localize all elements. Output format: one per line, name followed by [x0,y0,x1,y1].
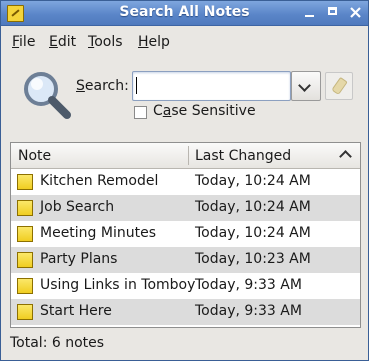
minimize-button[interactable] [300,4,318,21]
note-title: Using Links in Tomboy [40,277,196,293]
menu-bar: File Edit Tools Help [1,26,368,58]
case-sensitive-checkbox[interactable] [134,106,147,119]
eraser-icon [331,76,348,96]
column-separator[interactable] [188,146,189,165]
list-item[interactable]: Party Plans Today, 10:23 AM [11,247,360,273]
note-icon [17,200,33,216]
case-label-pre: C [153,103,163,119]
clear-search-button[interactable] [325,72,353,100]
list-header: Note Last Changed [11,143,360,169]
column-header-note[interactable]: Note [18,148,51,164]
search-history-dropdown[interactable] [291,71,321,101]
note-title: Party Plans [40,251,118,267]
case-label-rest: se Sensitive [171,103,256,119]
menu-help-accel: H [138,34,149,50]
menu-tools[interactable]: Tools [88,34,123,50]
menu-file-label: ile [19,34,36,50]
maximize-button[interactable] [323,4,341,21]
note-icon [17,226,33,242]
column-header-last-changed[interactable]: Last Changed [195,148,291,164]
note-last-changed: Today, 10:24 AM [195,225,311,241]
note-last-changed: Today, 9:33 AM [195,277,302,293]
search-input[interactable] [132,71,291,101]
text-cursor [136,77,137,94]
case-sensitive-label[interactable]: Case Sensitive [153,103,256,119]
list-item[interactable]: Job Search Today, 10:24 AM [11,195,360,221]
note-icon [17,252,33,268]
note-last-changed: Today, 10:24 AM [195,199,311,215]
menu-help-label: elp [148,34,170,50]
list-item[interactable]: Meeting Minutes Today, 10:24 AM [11,221,360,247]
notes-list: Note Last Changed Kitchen Remodel Today,… [10,142,361,328]
maximize-icon [327,7,337,15]
note-title: Kitchen Remodel [40,173,159,189]
list-item[interactable]: Kitchen Remodel Today, 10:24 AM [11,169,360,195]
list-item[interactable]: Using Links in Tomboy Today, 9:33 AM [11,273,360,299]
menu-file[interactable]: File [12,34,35,50]
close-icon [349,7,361,18]
note-last-changed: Today, 9:33 AM [195,303,302,319]
note-icon [17,304,33,320]
note-last-changed: Today, 10:23 AM [195,251,311,267]
note-last-changed: Today, 10:24 AM [195,173,311,189]
status-text: Total: 6 notes [10,335,105,351]
title-bar[interactable]: Search All Notes [1,1,368,26]
search-window: Search All Notes File Edit Tools Help Se… [0,0,369,361]
list-item[interactable]: Start Here Today, 9:33 AM [11,299,360,325]
note-icon [17,278,33,294]
note-title: Meeting Minutes [40,225,157,241]
menu-help[interactable]: Help [138,34,170,50]
magnifier-icon [24,72,71,119]
menu-edit-accel: E [49,34,58,50]
note-title: Job Search [40,199,115,215]
note-title: Start Here [40,303,112,319]
close-button[interactable] [346,4,364,21]
menu-tools-label: ools [94,34,123,50]
menu-edit-label: dit [57,34,77,50]
search-label-accel: S [76,78,85,94]
minimize-icon [304,15,314,17]
menu-edit[interactable]: Edit [49,34,76,50]
search-label-text: earch: [84,78,129,94]
search-label: Search: [76,78,129,94]
note-icon [17,174,33,190]
sort-arrow-icon[interactable] [339,150,352,163]
menu-file-accel: F [12,34,20,50]
